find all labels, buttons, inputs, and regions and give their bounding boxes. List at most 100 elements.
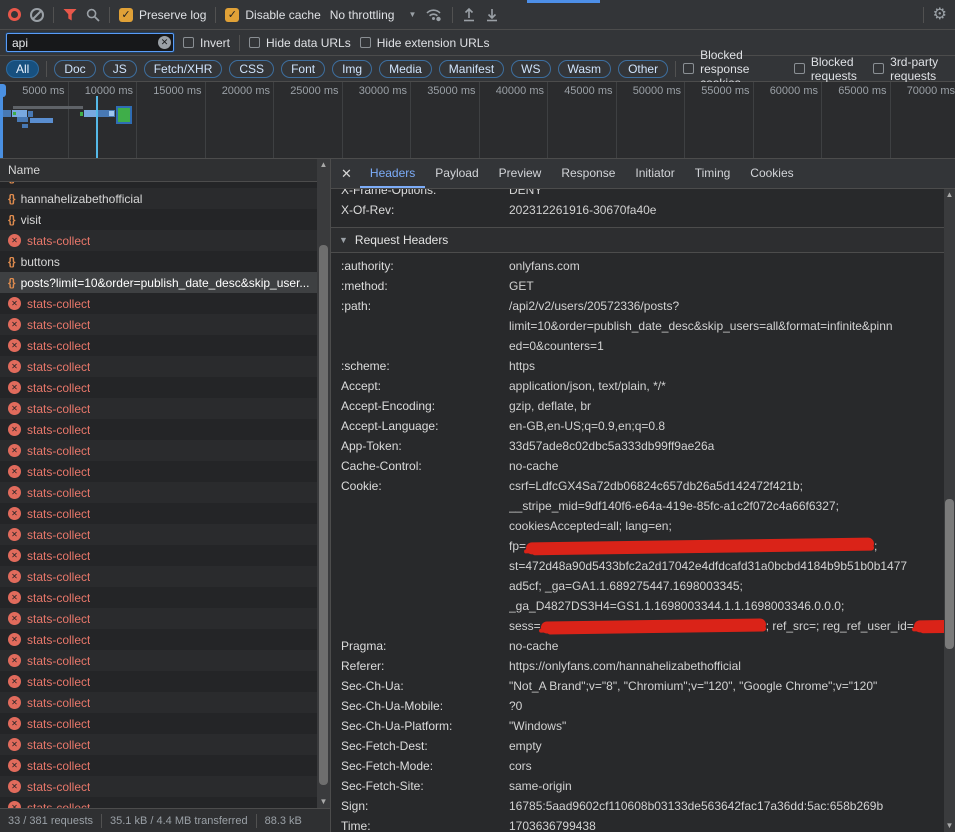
- request-row[interactable]: ✕stats-collect: [0, 734, 317, 755]
- network-conditions-icon[interactable]: [425, 8, 443, 22]
- filter-pill-css[interactable]: CSS: [229, 60, 274, 78]
- scrollbar-thumb[interactable]: [945, 499, 954, 649]
- filter-pill-fetch-xhr[interactable]: Fetch/XHR: [144, 60, 223, 78]
- request-row[interactable]: ✕stats-collect: [0, 692, 317, 713]
- record-button[interactable]: [8, 8, 21, 21]
- request-row[interactable]: ✕stats-collect: [0, 293, 317, 314]
- header-entry: Sec-Ch-Ua-Platform:"Windows": [341, 716, 944, 736]
- scroll-down-icon[interactable]: ▼: [317, 796, 330, 808]
- preserve-log-checkbox[interactable]: ✓: [119, 8, 133, 22]
- filter-pill-media[interactable]: Media: [379, 60, 432, 78]
- more-filter-checkbox[interactable]: [873, 63, 884, 74]
- request-row[interactable]: ✕stats-collect: [0, 608, 317, 629]
- search-icon[interactable]: [86, 8, 100, 22]
- request-row[interactable]: ✕stats-collect: [0, 713, 317, 734]
- filter-pill-all[interactable]: All: [6, 60, 39, 78]
- request-row[interactable]: ✕stats-collect: [0, 671, 317, 692]
- settings-gear-icon[interactable]: ⚙: [933, 7, 947, 23]
- disable-cache-checkbox[interactable]: ✓: [225, 8, 239, 22]
- request-list-scrollbar[interactable]: ▲ ▼: [317, 159, 330, 808]
- clear-filter-icon[interactable]: ✕: [158, 36, 171, 49]
- request-row[interactable]: ✕stats-collect: [0, 629, 317, 650]
- filter-pill-font[interactable]: Font: [281, 60, 325, 78]
- request-headers-section-header[interactable]: ▼Request Headers: [331, 227, 944, 253]
- preserve-log-toggle[interactable]: ✓ Preserve log: [119, 8, 206, 22]
- tab-timing[interactable]: Timing: [685, 159, 741, 188]
- request-row[interactable]: ✕stats-collect: [0, 419, 317, 440]
- waterfall-bar: [13, 112, 16, 115]
- tab-headers[interactable]: Headers: [360, 159, 425, 188]
- hide-data-urls-toggle[interactable]: Hide data URLs: [249, 36, 351, 50]
- request-row[interactable]: ✕stats-collect: [0, 440, 317, 461]
- request-row[interactable]: ✕stats-collect: [0, 797, 317, 808]
- request-row[interactable]: ✕stats-collect: [0, 566, 317, 587]
- tab-payload[interactable]: Payload: [425, 159, 488, 188]
- invert-checkbox[interactable]: [183, 37, 194, 48]
- name-column-header[interactable]: Name: [0, 159, 330, 182]
- request-row[interactable]: ✕stats-collect: [0, 230, 317, 251]
- filter-pill-other[interactable]: Other: [618, 60, 668, 78]
- request-row[interactable]: {}hannahelizabethofficial: [0, 188, 317, 209]
- more-filter-checkbox[interactable]: [683, 63, 694, 74]
- filter-pill-ws[interactable]: WS: [511, 60, 550, 78]
- request-row[interactable]: ✕stats-collect: [0, 650, 317, 671]
- request-row[interactable]: ✕stats-collect: [0, 461, 317, 482]
- request-failed-icon: ✕: [8, 507, 21, 520]
- request-row[interactable]: ✕stats-collect: [0, 398, 317, 419]
- filter-pill-wasm[interactable]: Wasm: [558, 60, 612, 78]
- disable-cache-toggle[interactable]: ✓ Disable cache: [225, 8, 320, 22]
- tab-response[interactable]: Response: [551, 159, 625, 188]
- tab-preview[interactable]: Preview: [489, 159, 552, 188]
- request-name: stats-collect: [27, 591, 90, 605]
- request-row[interactable]: ✕stats-collect: [0, 356, 317, 377]
- request-name: stats-collect: [27, 780, 90, 794]
- timeline-overview[interactable]: 5000 ms10000 ms15000 ms20000 ms25000 ms3…: [0, 82, 955, 159]
- request-row[interactable]: ✕stats-collect: [0, 503, 317, 524]
- scrollbar-thumb[interactable]: [319, 245, 328, 785]
- request-row[interactable]: ✕stats-collect: [0, 314, 317, 335]
- filter-pill-doc[interactable]: Doc: [54, 60, 95, 78]
- hide-extension-urls-toggle[interactable]: Hide extension URLs: [360, 36, 490, 50]
- filter-pill-manifest[interactable]: Manifest: [439, 60, 504, 78]
- request-failed-icon: ✕: [8, 360, 21, 373]
- request-row[interactable]: {}posts?limit=10&order=publish_date_desc…: [0, 272, 317, 293]
- request-row[interactable]: ✕stats-collect: [0, 545, 317, 566]
- request-name: posts?limit=10&order=publish_date_desc&s…: [21, 276, 310, 290]
- tab-cookies[interactable]: Cookies: [740, 159, 803, 188]
- request-row[interactable]: ✕stats-collect: [0, 776, 317, 797]
- scroll-up-icon[interactable]: ▲: [944, 189, 955, 201]
- invert-toggle[interactable]: Invert: [183, 36, 230, 50]
- export-har-icon[interactable]: [485, 7, 499, 22]
- request-row[interactable]: ✕stats-collect: [0, 335, 317, 356]
- hide-extension-urls-checkbox[interactable]: [360, 37, 371, 48]
- more-filter-toggle[interactable]: 3rd-party requests: [873, 55, 949, 83]
- filter-pill-img[interactable]: Img: [332, 60, 372, 78]
- scroll-up-icon[interactable]: ▲: [317, 159, 330, 171]
- filter-input[interactable]: [6, 33, 174, 52]
- request-row[interactable]: {}visit: [0, 209, 317, 230]
- request-name: visit: [21, 213, 42, 227]
- throttling-dropdown[interactable]: No throttling ▼: [330, 8, 417, 22]
- more-filter-checkbox[interactable]: [794, 63, 805, 74]
- main-split: Name {}init{}hannahelizabethofficial{}vi…: [0, 159, 955, 832]
- header-name: :authority:: [341, 256, 509, 276]
- tab-initiator[interactable]: Initiator: [625, 159, 684, 188]
- request-row[interactable]: ✕stats-collect: [0, 482, 317, 503]
- hide-data-urls-checkbox[interactable]: [249, 37, 260, 48]
- close-icon[interactable]: ✕: [339, 166, 360, 182]
- header-value: same-origin: [509, 776, 944, 796]
- filter-pill-js[interactable]: JS: [103, 60, 137, 78]
- request-row[interactable]: ✕stats-collect: [0, 524, 317, 545]
- clear-requests-icon[interactable]: [30, 8, 44, 22]
- import-har-icon[interactable]: [462, 7, 476, 22]
- request-row[interactable]: {}buttons: [0, 251, 317, 272]
- request-row[interactable]: ✕stats-collect: [0, 377, 317, 398]
- timeline-selection-handle-nub[interactable]: [0, 84, 6, 97]
- details-scrollbar[interactable]: ▲ ▼: [944, 189, 955, 832]
- request-row[interactable]: ✕stats-collect: [0, 755, 317, 776]
- header-name: Cookie:: [341, 476, 509, 636]
- filter-funnel-icon[interactable]: [63, 8, 77, 21]
- more-filter-toggle[interactable]: Blocked requests: [794, 55, 866, 83]
- request-row[interactable]: ✕stats-collect: [0, 587, 317, 608]
- scroll-down-icon[interactable]: ▼: [944, 820, 955, 832]
